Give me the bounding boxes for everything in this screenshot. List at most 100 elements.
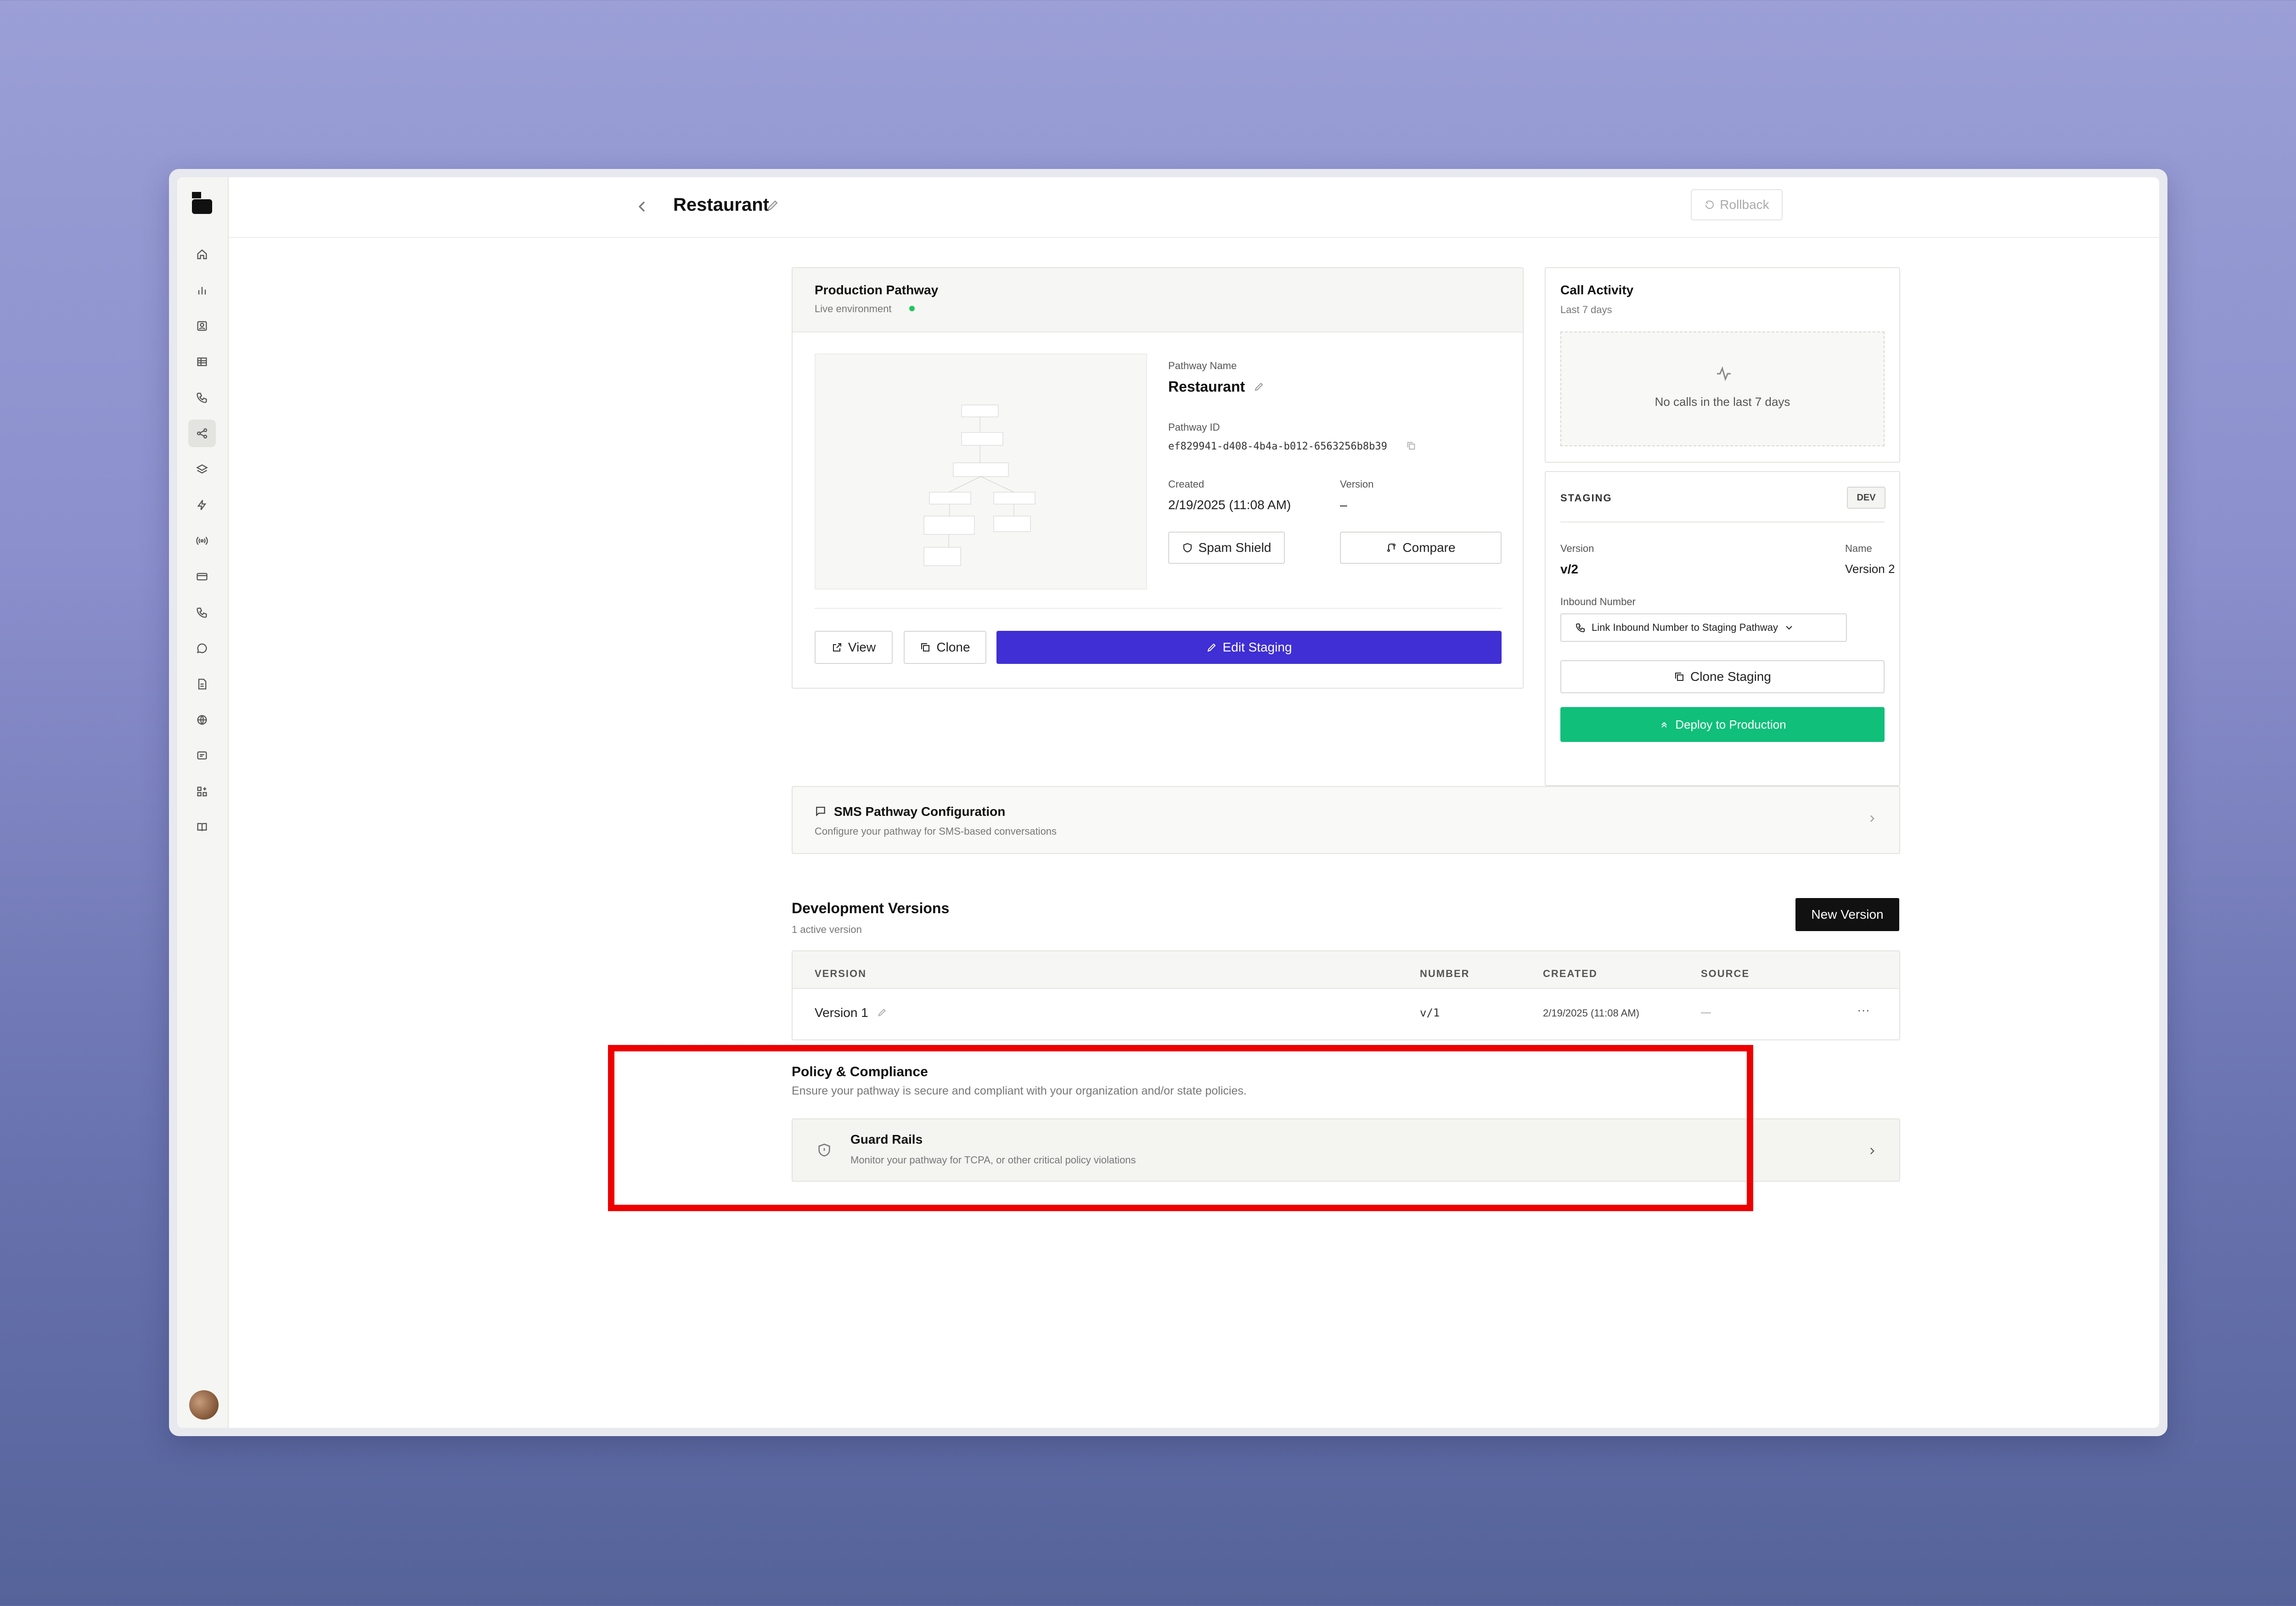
row-created: 2/19/2025 (11:08 AM) [1543,1007,1639,1019]
top-bar: Restaurant Rollback [229,177,2159,238]
app-frame: Restaurant Rollback Production Pathway L… [169,169,2167,1436]
billing-icon[interactable] [188,563,216,590]
clone-staging-label: Clone Staging [1690,669,1771,684]
deploy-label: Deploy to Production [1675,717,1786,731]
staging-card: STAGING DEV Version v/2 Name Version 2 I… [1545,471,1900,786]
clone-label: Clone [936,640,970,654]
home-icon[interactable] [188,241,216,268]
rollback-button[interactable]: Rollback [1691,189,1783,220]
row-number: v/1 [1420,1006,1440,1019]
compare-label: Compare [1402,540,1456,555]
calls-icon[interactable] [188,384,216,411]
staging-heading: STAGING [1560,492,1612,504]
live-status-dot [909,306,915,311]
inbound-select-label: Link Inbound Number to Staging Pathway [1592,622,1778,633]
book-icon[interactable] [188,814,216,841]
call-activity-empty-state: No calls in the last 7 days [1560,331,1885,446]
pathway-icon[interactable] [188,420,216,447]
inbound-number-select[interactable]: Link Inbound Number to Staging Pathway [1560,613,1847,642]
version-label: Version [1340,478,1374,490]
back-chevron-icon[interactable] [633,197,651,216]
chevron-right-icon [1870,815,1874,822]
chat-icon[interactable] [188,635,216,662]
analytics-icon[interactable] [188,276,216,304]
call-activity-subheading: Last 7 days [1560,304,1612,315]
col-number: NUMBER [1420,968,1470,979]
production-pathway-card: Production Pathway Live environment Path… [792,267,1524,689]
dev-badge: DEV [1847,487,1885,509]
spam-shield-button[interactable]: Spam Shield [1168,532,1285,564]
table-icon[interactable] [188,348,216,376]
external-link-icon [833,643,841,651]
brand-logo[interactable] [191,191,213,215]
staging-version-value: v/2 [1560,562,1578,576]
clone-icon [921,643,930,651]
pathway-name-label: Pathway Name [1168,360,1237,371]
view-label: View [848,640,876,654]
col-created: CREATED [1543,968,1598,979]
copy-id-icon[interactable] [1406,441,1416,451]
page-title: Restaurant [673,195,769,215]
edit-title-pencil-icon[interactable] [766,198,780,212]
edit-staging-label: Edit Staging [1222,640,1292,654]
version-value: – [1340,498,1347,512]
sms-config-subtitle: Configure your pathway for SMS-based con… [815,825,1057,837]
new-version-button[interactable]: New Version [1795,898,1899,931]
table-header: VERSION NUMBER CREATED SOURCE [793,951,1899,989]
production-card-header: Production Pathway Live environment [793,268,1523,332]
dev-versions-subtitle: 1 active version [792,924,862,935]
widgets-icon[interactable] [188,778,216,805]
sms-config-row[interactable]: SMS Pathway Configuration Configure your… [792,786,1900,854]
row-more-menu[interactable]: ··· [1857,1003,1870,1017]
pathway-flow-thumbnail[interactable] [815,354,1147,590]
chevron-right-icon [1870,1147,1874,1155]
layers-icon[interactable] [188,455,216,483]
inbound-number-label: Inbound Number [1560,596,1636,607]
app-window: Restaurant Rollback Production Pathway L… [177,177,2159,1428]
shield-icon [1183,543,1192,553]
pathway-name-value: Restaurant [1168,378,1245,395]
message-icon[interactable] [188,742,216,769]
created-label: Created [1168,478,1204,490]
main-content: Restaurant Rollback Production Pathway L… [229,177,2159,1428]
compare-branch-icon [1387,544,1396,552]
call-activity-card: Call Activity Last 7 days No calls in th… [1545,267,1900,463]
rollback-icon [1705,201,1714,209]
contacts-icon[interactable] [188,312,216,340]
col-version: VERSION [815,968,867,979]
call-activity-heading: Call Activity [1560,283,1634,297]
divider [815,608,1503,609]
spam-shield-label: Spam Shield [1198,540,1272,555]
compare-button[interactable]: Compare [1340,532,1502,564]
clone-staging-button[interactable]: Clone Staging [1560,660,1885,693]
globe-icon[interactable] [188,706,216,734]
dev-versions-title: Development Versions [792,900,950,916]
pathway-id-value: ef829941-d408-4b4a-b012-6563256b8b39 [1168,441,1387,452]
document-icon[interactable] [188,670,216,698]
phone-icon[interactable] [188,599,216,626]
edit-pencil-icon [1207,643,1216,652]
message-square-icon [816,807,825,817]
dev-versions-table: VERSION NUMBER CREATED SOURCE Version 1 … [792,950,1900,1040]
created-value: 2/19/2025 (11:08 AM) [1168,498,1291,512]
clone-button[interactable]: Clone [904,631,986,664]
row-version: Version 1 [815,1005,868,1020]
edit-version-pencil-icon[interactable] [877,1007,887,1017]
highlight-annotation-box [608,1045,1753,1211]
staging-name-value: Version 2 [1845,562,1895,576]
double-chevron-up-icon [1661,722,1667,728]
broadcast-icon[interactable] [188,527,216,555]
deploy-to-production-button[interactable]: Deploy to Production [1560,707,1885,742]
row-source: — [1701,1006,1711,1018]
user-avatar[interactable] [189,1390,219,1420]
production-heading: Production Pathway [815,283,939,297]
bolt-icon[interactable] [188,491,216,519]
edit-staging-button[interactable]: Edit Staging [996,631,1502,664]
edit-name-pencil-icon[interactable] [1254,381,1265,392]
rollback-label: Rollback [1720,197,1769,212]
view-button[interactable]: View [815,631,893,664]
table-row[interactable]: Version 1 v/1 2/19/2025 (11:08 AM) — ··· [793,989,1899,1039]
chevron-down-icon [1786,626,1792,630]
clone-icon [1675,673,1684,681]
phone-link-icon [1576,623,1585,633]
